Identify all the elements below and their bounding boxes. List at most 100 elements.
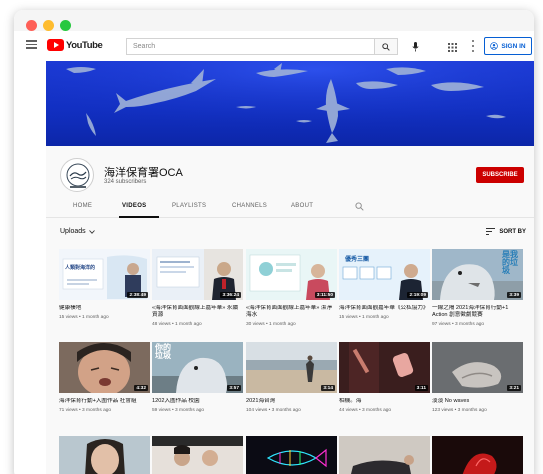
video-meta: 97 views • 3 months ago — [432, 322, 485, 327]
video-card[interactable]: 人類對海洋的 2:38:49 健康棲地 15 views • 1 month a… — [59, 249, 150, 320]
channel-banner — [46, 61, 534, 146]
tab-playlists[interactable]: PLAYLISTS — [172, 203, 206, 209]
masthead: YouTube Search SIGN IN — [14, 31, 534, 61]
thumbnail-graphic — [59, 436, 150, 474]
kebab-menu-icon[interactable] — [470, 40, 476, 52]
video-title[interactable]: 一線之隔 2021海洋保育行動+1 Action 創意徵劇競賽 — [432, 305, 523, 319]
video-duration: 3:11 — [414, 385, 428, 391]
ocean-logo-icon — [66, 163, 90, 188]
video-card[interactable] — [152, 436, 243, 474]
search-button[interactable] — [374, 38, 398, 55]
magnifier-icon — [382, 42, 390, 51]
video-title[interactable]: 相機。海 — [339, 398, 430, 405]
tab-channels[interactable]: CHANNELS — [232, 203, 267, 209]
video-thumbnail[interactable]: 3:21 — [432, 342, 523, 393]
video-card[interactable]: 你的垃圾 3:57 1202入圍作品 校園 59 views • 3 month… — [152, 342, 243, 413]
thumbnail-graphic — [432, 436, 523, 474]
video-card[interactable]: 3:14 2021海台灣 104 views • 3 months ago — [246, 342, 337, 413]
uploads-dropdown[interactable]: Uploads — [60, 228, 95, 235]
voice-search-button[interactable] — [408, 40, 422, 54]
video-duration: 2:38:49 — [127, 292, 148, 298]
video-meta: 48 views • 1 month ago — [152, 322, 202, 327]
thumbnail-graphic — [339, 436, 430, 474]
video-title[interactable]: 海洋保育行動+入圍作品 社會組 — [59, 398, 150, 405]
video-card[interactable] — [339, 436, 430, 474]
channel-avatar[interactable] — [60, 158, 94, 192]
video-card[interactable] — [246, 436, 337, 474]
subscriber-count: 324 subscribers — [104, 179, 147, 185]
video-thumbnail[interactable]: 優秀三團 2:19:09 — [339, 249, 430, 300]
video-title[interactable]: 2021海台灣 — [246, 398, 337, 405]
video-card[interactable]: 4:32 海洋保育行動+入圍作品 社會組 71 views • 3 months… — [59, 342, 150, 413]
maximize-window-button[interactable] — [60, 20, 71, 31]
video-thumbnail[interactable]: 3:14 — [246, 342, 337, 393]
chevron-down-icon — [88, 229, 95, 234]
thumbnail-graphic — [152, 436, 243, 474]
shark-banner-image — [46, 61, 534, 146]
video-title[interactable]: 1202入圍作品 校園 — [152, 398, 243, 405]
video-meta: 71 views • 3 months ago — [59, 408, 112, 413]
video-thumbnail[interactable]: 3:36:24 — [152, 249, 243, 300]
video-title[interactable]: «海洋保育面面觀線上嘉年華» 永續資源 — [152, 305, 243, 319]
tab-about[interactable]: ABOUT — [291, 203, 313, 209]
sort-lines-icon — [486, 228, 496, 235]
apps-button[interactable] — [446, 40, 458, 52]
video-duration: 3:21 — [507, 385, 521, 391]
video-title[interactable]: 淡淡 No waves — [432, 398, 523, 405]
subscribe-button[interactable]: SUBSCRIBE — [476, 167, 524, 183]
channel-search-icon[interactable] — [355, 202, 364, 211]
account-circle-icon — [490, 42, 499, 50]
channel-header: 海洋保育署OCA 324 subscribers SUBSCRIBE — [46, 146, 534, 196]
video-thumbnail[interactable]: 4:32 — [59, 342, 150, 393]
video-meta: 30 views • 1 month ago — [246, 322, 296, 327]
video-title[interactable]: 健康棲地 — [59, 305, 150, 312]
video-thumbnail[interactable] — [152, 436, 243, 474]
videos-section: Uploads SORT BY 人類對海洋的 2:38:49 健康棲地 15 v… — [46, 218, 534, 474]
thumbnail-heading: 優秀三團 — [345, 257, 370, 263]
video-thumbnail[interactable] — [339, 436, 430, 474]
video-meta: 104 views • 3 months ago — [246, 408, 301, 413]
video-card[interactable]: 3:21 淡淡 No waves 123 views • 3 months ag… — [432, 342, 523, 413]
video-duration: 3:39 — [507, 292, 521, 298]
video-card[interactable]: 是我的垃圾 3:39 一線之隔 2021海洋保育行動+1 Action 創意徵劇… — [432, 249, 523, 327]
tab-home[interactable]: HOME — [73, 203, 92, 209]
video-duration: 3:57 — [227, 385, 241, 391]
video-title[interactable]: 海洋保育面面觀嘉年華《公私協力》 — [339, 305, 430, 312]
sign-in-button[interactable]: SIGN IN — [484, 37, 532, 55]
youtube-play-icon — [47, 39, 64, 51]
poster-text: 是我的垃圾 — [502, 250, 518, 275]
thumbnail-caption: 人類對海洋的 — [65, 265, 96, 271]
microphone-icon — [411, 42, 419, 52]
sign-in-label: SIGN IN — [501, 42, 526, 50]
video-thumbnail[interactable] — [59, 436, 150, 474]
channel-tabs: HOME VIDEOS PLAYLISTS CHANNELS ABOUT — [46, 196, 534, 218]
video-duration: 2:19:09 — [407, 292, 428, 298]
video-thumbnail[interactable]: 3:11 — [339, 342, 430, 393]
minimize-window-button[interactable] — [43, 20, 54, 31]
video-thumbnail[interactable] — [432, 436, 523, 474]
video-card[interactable]: 3:11 相機。海 44 views • 3 months ago — [339, 342, 430, 413]
video-thumbnail[interactable]: 是我的垃圾 3:39 — [432, 249, 523, 300]
close-window-button[interactable] — [26, 20, 37, 31]
video-card[interactable] — [432, 436, 523, 474]
video-thumbnail[interactable]: 人類對海洋的 2:38:49 — [59, 249, 150, 300]
video-card[interactable]: 優秀三團 2:19:09 海洋保育面面觀嘉年華《公私協力》 15 views •… — [339, 249, 430, 320]
logo-text: YouTube — [66, 39, 103, 51]
thumbnail-graphic — [246, 436, 337, 474]
apps-grid-icon — [447, 42, 457, 52]
video-meta: 44 views • 3 months ago — [339, 408, 392, 413]
video-thumbnail[interactable]: 3:11:50 — [246, 249, 337, 300]
video-card[interactable]: 3:36:24 «海洋保育面面觀線上嘉年華» 永續資源 48 views • 1… — [152, 249, 243, 327]
video-card[interactable]: 3:11:50 «海洋保育面面觀線上嘉年華» 潔淨海水 30 views • 1… — [246, 249, 337, 327]
video-meta: 123 views • 3 months ago — [432, 408, 487, 413]
hamburger-menu-icon[interactable] — [26, 40, 37, 49]
sort-by-button[interactable]: SORT BY — [486, 228, 526, 235]
youtube-logo[interactable]: YouTube — [47, 39, 103, 51]
video-thumbnail[interactable] — [246, 436, 337, 474]
channel-name[interactable]: 海洋保育署OCA — [104, 164, 183, 180]
video-card[interactable] — [59, 436, 150, 474]
video-title[interactable]: «海洋保育面面觀線上嘉年華» 潔淨海水 — [246, 305, 337, 319]
tab-videos[interactable]: VIDEOS — [122, 203, 146, 209]
search-input[interactable]: Search — [126, 38, 374, 55]
video-thumbnail[interactable]: 你的垃圾 3:57 — [152, 342, 243, 393]
